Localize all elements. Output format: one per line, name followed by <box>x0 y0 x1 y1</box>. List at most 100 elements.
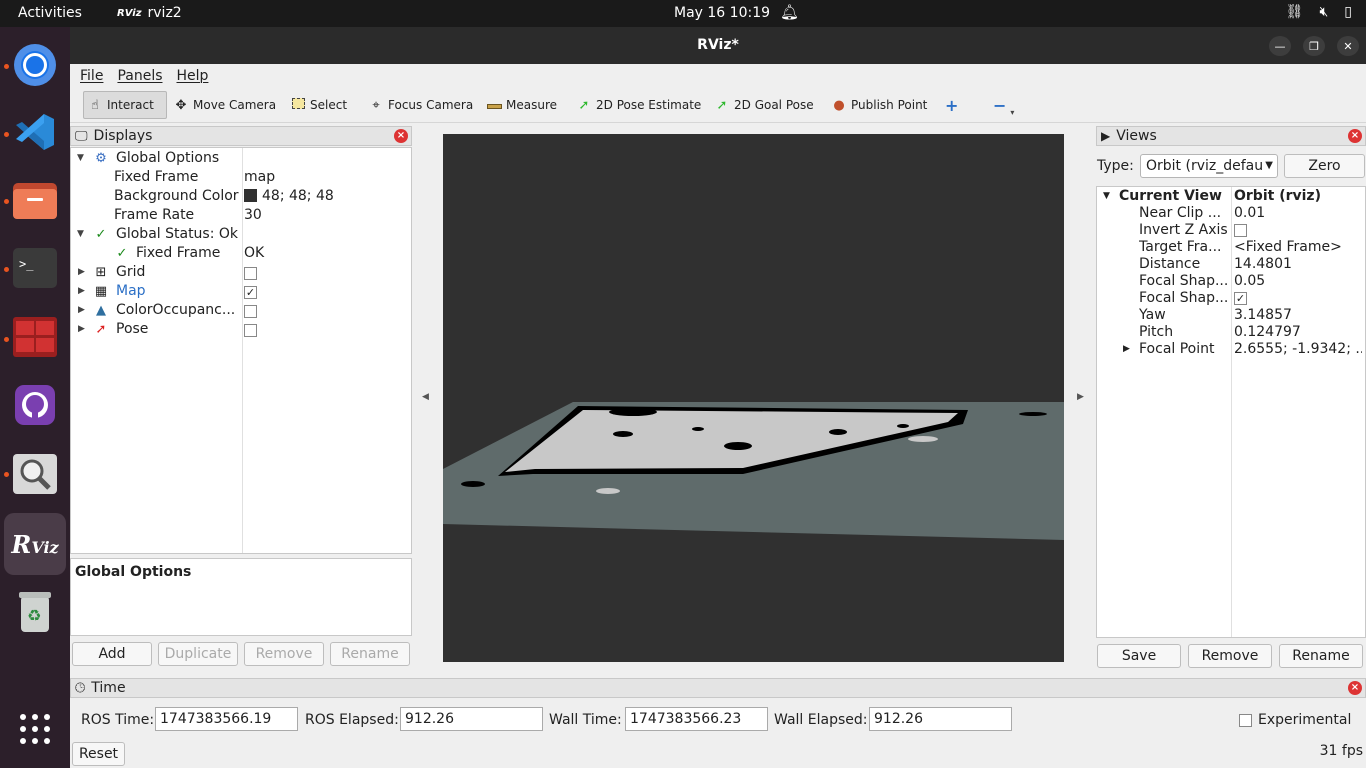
view-prop-focal-shape-size[interactable]: Focal Shap... 0.05 <box>1097 273 1365 290</box>
time-panel-header[interactable]: 🕒︎ Time × <box>70 678 1366 698</box>
pose-enabled-checkbox[interactable] <box>244 320 257 339</box>
prop-value[interactable]: 0.124797 <box>1234 324 1362 341</box>
views-panel-header[interactable]: ▶ Views × <box>1096 126 1366 146</box>
add-tool-button[interactable]: + <box>942 91 961 119</box>
goal-pose-tool-button[interactable]: ➚ 2D Goal Pose <box>711 91 817 119</box>
zero-view-button[interactable]: Zero <box>1284 154 1365 178</box>
color-occupancy-enabled-checkbox[interactable] <box>244 301 257 320</box>
prop-value[interactable]: 2.6555; -1.9342; ... <box>1234 341 1362 358</box>
close-window-button[interactable]: ✕ <box>1337 36 1359 56</box>
remove-view-button[interactable]: Remove <box>1188 644 1272 668</box>
view-prop-pitch[interactable]: Pitch 0.124797 <box>1097 324 1365 341</box>
add-display-button[interactable]: Add <box>72 642 152 666</box>
duplicate-display-button[interactable]: Duplicate <box>158 642 238 666</box>
menu-file[interactable]: File <box>80 68 103 84</box>
view-type-select[interactable]: Orbit (rviz_defau ▼ <box>1140 154 1278 178</box>
expanded-arrow-icon[interactable]: ▼ <box>77 225 87 244</box>
publish-point-tool-button[interactable]: ● Publish Point <box>828 91 930 119</box>
terminal-icon[interactable]: >_ <box>10 243 60 293</box>
collapsed-arrow-icon[interactable]: ▶ <box>78 320 88 339</box>
ros-time-field[interactable]: 1747383566.19 <box>155 707 298 731</box>
minimize-button[interactable]: — <box>1269 36 1291 56</box>
save-view-button[interactable]: Save <box>1097 644 1181 668</box>
close-panel-button[interactable]: × <box>1348 681 1362 695</box>
github-icon[interactable] <box>10 380 60 430</box>
view-prop-focal-point[interactable]: ▶ Focal Point 2.6555; -1.9342; ... <box>1097 341 1365 358</box>
wall-time-field[interactable]: 1747383566.23 <box>625 707 768 731</box>
displays-panel-header[interactable]: 🖵︎ Displays × <box>70 126 412 146</box>
prop-value[interactable]: 14.4801 <box>1234 256 1362 273</box>
collapsed-arrow-icon[interactable]: ▶ <box>78 301 88 320</box>
clock[interactable]: May 16 10:19 <box>674 5 770 21</box>
tree-row-status-fixed-frame[interactable]: ✓ Fixed Frame OK <box>71 244 411 263</box>
view-prop-distance[interactable]: Distance 14.4801 <box>1097 256 1365 273</box>
background-color-value[interactable]: 48; 48; 48 <box>244 187 334 206</box>
left-splitter-handle[interactable]: ◀ <box>422 392 429 402</box>
collapsed-arrow-icon[interactable]: ▶ <box>78 282 88 301</box>
app-menu[interactable]: RViz rviz2 <box>117 5 182 21</box>
rename-display-button[interactable]: Rename <box>330 642 410 666</box>
expanded-arrow-icon[interactable]: ▼ <box>1103 188 1110 205</box>
menu-panels[interactable]: Panels <box>117 68 162 84</box>
activities-button[interactable]: Activities <box>18 5 82 21</box>
tree-row-background-color[interactable]: Background Color 48; 48; 48 <box>71 187 411 206</box>
volume-muted-icon: 🔇︎ <box>1319 4 1329 20</box>
grid-enabled-checkbox[interactable] <box>244 263 257 282</box>
close-panel-button[interactable]: × <box>394 129 408 143</box>
remove-tool-button[interactable]: − ▾ <box>990 91 1017 119</box>
frame-rate-value[interactable]: 30 <box>244 206 262 225</box>
view-prop-focal-shape-fixed[interactable]: Focal Shap... ✓ <box>1097 290 1365 307</box>
tree-row-grid[interactable]: ▶ ⊞ Grid <box>71 263 411 282</box>
map-enabled-checkbox[interactable]: ✓ <box>244 282 257 301</box>
wall-elapsed-field[interactable]: 912.26 <box>869 707 1012 731</box>
app-grid-icon[interactable] <box>10 704 60 754</box>
render-3d-view[interactable] <box>443 134 1064 662</box>
tree-row-fixed-frame[interactable]: Fixed Frame map <box>71 168 411 187</box>
focal-shape-checkbox[interactable]: ✓ <box>1234 290 1362 307</box>
prop-value[interactable]: 3.14857 <box>1234 307 1362 324</box>
files-icon[interactable] <box>10 175 60 225</box>
vscode-icon[interactable] <box>10 107 60 157</box>
menu-help[interactable]: Help <box>177 68 209 84</box>
move-camera-tool-button[interactable]: ✥ Move Camera <box>170 91 279 119</box>
measure-tool-button[interactable]: Measure <box>483 91 560 119</box>
tree-row-global-status[interactable]: ▼ ✓ Global Status: Ok <box>71 225 411 244</box>
fixed-frame-value[interactable]: map <box>244 168 275 187</box>
rename-view-button[interactable]: Rename <box>1279 644 1363 668</box>
right-splitter-handle[interactable]: ▶ <box>1077 392 1084 402</box>
close-panel-button[interactable]: × <box>1348 129 1362 143</box>
image-viewer-icon[interactable] <box>10 449 60 499</box>
ros-elapsed-field[interactable]: 912.26 <box>400 707 543 731</box>
system-tray[interactable]: ⛓ 🔇︎ ▯ <box>1286 4 1352 20</box>
reset-button[interactable]: Reset <box>72 742 125 766</box>
trash-icon[interactable]: ♻ <box>10 587 60 637</box>
focus-camera-tool-button[interactable]: ⌖ Focus Camera <box>365 91 476 119</box>
tree-row-pose[interactable]: ▶ ➚ Pose <box>71 320 411 339</box>
view-prop-yaw[interactable]: Yaw 3.14857 <box>1097 307 1365 324</box>
remove-display-button[interactable]: Remove <box>244 642 324 666</box>
rviz-icon[interactable]: RViz <box>4 513 66 575</box>
view-prop-near-clip[interactable]: Near Clip ... 0.01 <box>1097 205 1365 222</box>
select-tool-button[interactable]: Select <box>287 91 350 119</box>
tree-row-map[interactable]: ▶ ▦ Map ✓ <box>71 282 411 301</box>
invert-z-checkbox[interactable] <box>1234 222 1362 239</box>
collapsed-arrow-icon[interactable]: ▶ <box>1123 341 1130 358</box>
prop-value[interactable]: 0.01 <box>1234 205 1362 222</box>
tree-row-current-view[interactable]: ▼ Current View Orbit (rviz) <box>1097 188 1365 205</box>
pose-estimate-tool-button[interactable]: ➚ 2D Pose Estimate <box>573 91 704 119</box>
prop-value[interactable]: <Fixed Frame> <box>1234 239 1362 256</box>
experimental-checkbox[interactable]: Experimental <box>1239 712 1351 728</box>
terminator-icon[interactable] <box>10 312 60 362</box>
tree-row-color-occupancy[interactable]: ▶ ▲ ColorOccupanc... <box>71 301 411 320</box>
chrome-icon[interactable] <box>10 40 60 90</box>
prop-value[interactable]: 0.05 <box>1234 273 1362 290</box>
tree-row-global-options[interactable]: ▼ ⚙ Global Options <box>71 149 411 168</box>
view-type-row: Type: Orbit (rviz_defau ▼ Zero <box>1096 152 1366 182</box>
tree-row-frame-rate[interactable]: Frame Rate 30 <box>71 206 411 225</box>
collapsed-arrow-icon[interactable]: ▶ <box>78 263 88 282</box>
expanded-arrow-icon[interactable]: ▼ <box>77 149 87 168</box>
view-prop-invert-z[interactable]: Invert Z Axis <box>1097 222 1365 239</box>
maximize-button[interactable]: ❐ <box>1303 36 1325 56</box>
interact-tool-button[interactable]: ☝ Interact <box>83 91 167 119</box>
view-prop-target-frame[interactable]: Target Fra... <Fixed Frame> <box>1097 239 1365 256</box>
